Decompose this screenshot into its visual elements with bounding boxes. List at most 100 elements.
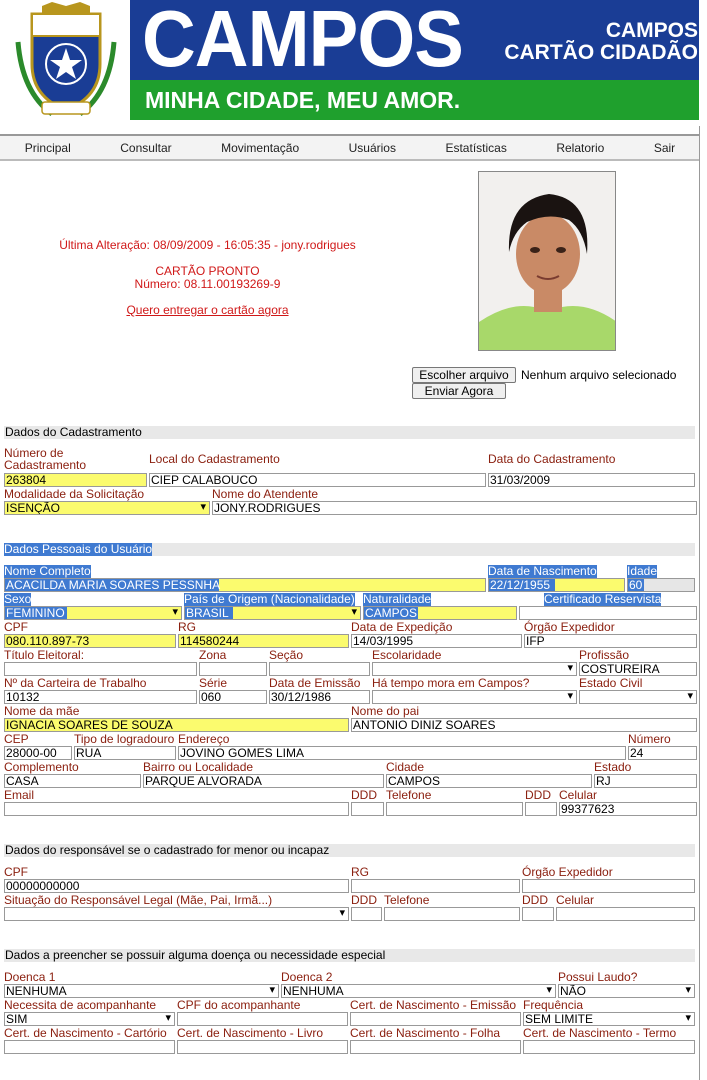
label-celular: Celular xyxy=(559,788,598,802)
pais-origem-select[interactable]: BRASIL xyxy=(184,606,361,620)
estado-field[interactable]: RJ xyxy=(594,774,697,788)
telefone-field[interactable] xyxy=(386,802,523,816)
label-data-nascimento: Data de Nascimento xyxy=(488,564,597,578)
data-nascimento-field[interactable]: 22/12/1955 xyxy=(488,578,625,592)
cep-field[interactable]: 28000-00 xyxy=(4,746,72,760)
nome-completo-field[interactable]: ACACILDA MARIA SOARES PESSNHA xyxy=(4,578,486,592)
cert-livro-field[interactable] xyxy=(177,1040,348,1054)
brand-subtitle-cartao: CARTÃO CIDADÃO xyxy=(504,41,698,64)
ddd-celular-field[interactable] xyxy=(525,802,557,816)
brand-subtitle-campos: CAMPOS xyxy=(605,19,698,42)
reservista-field[interactable] xyxy=(519,606,697,620)
right-border xyxy=(699,126,700,1080)
nav-usuarios[interactable]: Usuários xyxy=(349,141,396,155)
cidade-field[interactable]: CAMPOS xyxy=(386,774,592,788)
naturalidade-field[interactable]: CAMPOS xyxy=(363,606,517,620)
escolaridade-select[interactable] xyxy=(372,662,577,676)
estado-civil-select[interactable] xyxy=(579,690,697,704)
serie-field[interactable]: 060 xyxy=(199,690,267,704)
label-numero: Número xyxy=(628,732,671,746)
nav-relatorio[interactable]: Relatorio xyxy=(556,141,604,155)
local-cadastramento-field[interactable]: CIEP CALABOUCO xyxy=(149,473,486,487)
resp-cpf-field[interactable]: 00000000000 xyxy=(4,879,349,893)
cert-folha-field[interactable] xyxy=(350,1040,521,1054)
resp-situacao-select[interactable] xyxy=(4,907,349,921)
data-cadastramento-field[interactable]: 31/03/2009 xyxy=(488,473,695,487)
frequencia-select[interactable]: SEM LIMITE xyxy=(523,1012,695,1026)
sexo-select[interactable]: FEMININO xyxy=(4,606,182,620)
card-number-text: Número: 08.11.00193269-9 xyxy=(134,277,281,291)
label-secao: Seção xyxy=(269,648,304,662)
nav-sair[interactable]: Sair xyxy=(654,141,675,155)
label-escolaridade: Escolaridade xyxy=(372,648,442,662)
bairro-field[interactable]: PARQUE ALVORADA xyxy=(143,774,384,788)
tempo-campos-select[interactable] xyxy=(372,690,577,704)
label-ddd-celular: DDD xyxy=(525,788,551,802)
label-titulo-eleitoral: Título Eleitoral: xyxy=(4,648,85,662)
complemento-field[interactable]: CASA xyxy=(4,774,141,788)
laudo-select[interactable]: NÃO xyxy=(558,984,695,998)
label-cert-emissao: Cert. de Nascimento - Emissão xyxy=(350,998,517,1012)
acompanhante-select[interactable]: SIM xyxy=(4,1012,175,1026)
label-pais-origem: País de Origem (Nacionalidade) xyxy=(184,592,355,606)
modalidade-select[interactable]: ISENÇÃO xyxy=(4,501,210,515)
cpf-acompanhante-field[interactable] xyxy=(177,1012,348,1026)
resp-celular-field[interactable] xyxy=(556,907,695,921)
last-change-text: Última Alteração: 08/09/2009 - 16:05:35 … xyxy=(59,238,356,252)
nav-principal[interactable]: Principal xyxy=(25,141,71,155)
nome-pai-field[interactable]: ANTONIO DINIZ SOARES xyxy=(351,718,697,732)
card-status-text: CARTÃO PRONTO xyxy=(155,264,260,278)
email-field[interactable] xyxy=(4,802,349,816)
cert-termo-field[interactable] xyxy=(523,1040,695,1054)
titulo-eleitoral-field[interactable] xyxy=(4,662,197,676)
numero-field[interactable]: 24 xyxy=(628,746,697,760)
orgao-expedidor-field[interactable]: IFP xyxy=(524,634,697,648)
carteira-trabalho-field[interactable]: 10132 xyxy=(4,690,197,704)
label-rg: RG xyxy=(178,620,196,634)
data-emissao-field[interactable]: 30/12/1986 xyxy=(269,690,370,704)
label-reservista: Certificado Reservista xyxy=(544,592,662,606)
resp-ddd-field[interactable] xyxy=(351,907,382,921)
doenca1-select[interactable]: NENHUMA xyxy=(4,984,279,998)
doenca2-select[interactable]: NENHUMA xyxy=(281,984,556,998)
label-cert-cartorio: Cert. de Nascimento - Cartório xyxy=(4,1026,167,1040)
label-endereco: Endereço xyxy=(178,732,230,746)
secao-field[interactable] xyxy=(269,662,370,676)
cpf-field[interactable]: 080.110.897-73 xyxy=(4,634,176,648)
numero-cadastramento-field[interactable]: 263804 xyxy=(4,473,147,487)
label-email: Email xyxy=(4,788,35,802)
zona-field[interactable] xyxy=(199,662,267,676)
label-cep: CEP xyxy=(4,732,29,746)
label-zona: Zona xyxy=(199,648,227,662)
nav-movimentacao[interactable]: Movimentação xyxy=(221,141,299,155)
label-data-cadastramento: Data do Cadastramento xyxy=(488,452,616,466)
tipo-logradouro-field[interactable]: RUA xyxy=(74,746,176,760)
label-resp-situacao: Situação do Responsável Legal (Mãe, Pai,… xyxy=(4,893,273,907)
send-now-button[interactable]: Enviar Agora xyxy=(412,383,506,399)
label-nome-pai: Nome do pai xyxy=(351,704,420,718)
resp-telefone-field[interactable] xyxy=(384,907,520,921)
celular-field[interactable]: 99377623 xyxy=(559,802,697,816)
label-resp-ddd: DDD xyxy=(351,893,377,907)
choose-file-button[interactable]: Escolher arquivo xyxy=(412,367,516,383)
label-atendente: Nome do Atendente xyxy=(212,487,319,501)
resp-ddd-celular-field[interactable] xyxy=(522,907,554,921)
nome-mae-field[interactable]: IGNACIA SOARES DE SOUZA xyxy=(4,718,349,732)
label-local-cadastramento: Local do Cadastramento xyxy=(149,452,280,466)
label-modalidade: Modalidade da Solicitação xyxy=(4,487,145,501)
profissao-field[interactable]: COSTUREIRA xyxy=(579,662,697,676)
resp-orgao-field[interactable] xyxy=(522,879,695,893)
endereco-field[interactable]: JOVINO GOMES LIMA xyxy=(178,746,626,760)
ddd-field[interactable] xyxy=(351,802,384,816)
deliver-card-link[interactable]: Quero entregar o cartão agora xyxy=(30,303,385,317)
cert-emissao-field[interactable] xyxy=(350,1012,521,1026)
nav-consultar[interactable]: Consultar xyxy=(120,141,171,155)
idade-field[interactable]: 60 xyxy=(627,578,695,592)
label-resp-ddd-celular: DDD xyxy=(522,893,548,907)
atendente-field[interactable]: JONY.RODRIGUES xyxy=(212,501,697,515)
resp-rg-field[interactable] xyxy=(351,879,520,893)
cert-cartorio-field[interactable] xyxy=(4,1040,175,1054)
nav-estatisticas[interactable]: Estatísticas xyxy=(445,141,506,155)
data-expedicao-field[interactable]: 14/03/1995 xyxy=(351,634,522,648)
rg-field[interactable]: 114580244 xyxy=(178,634,349,648)
